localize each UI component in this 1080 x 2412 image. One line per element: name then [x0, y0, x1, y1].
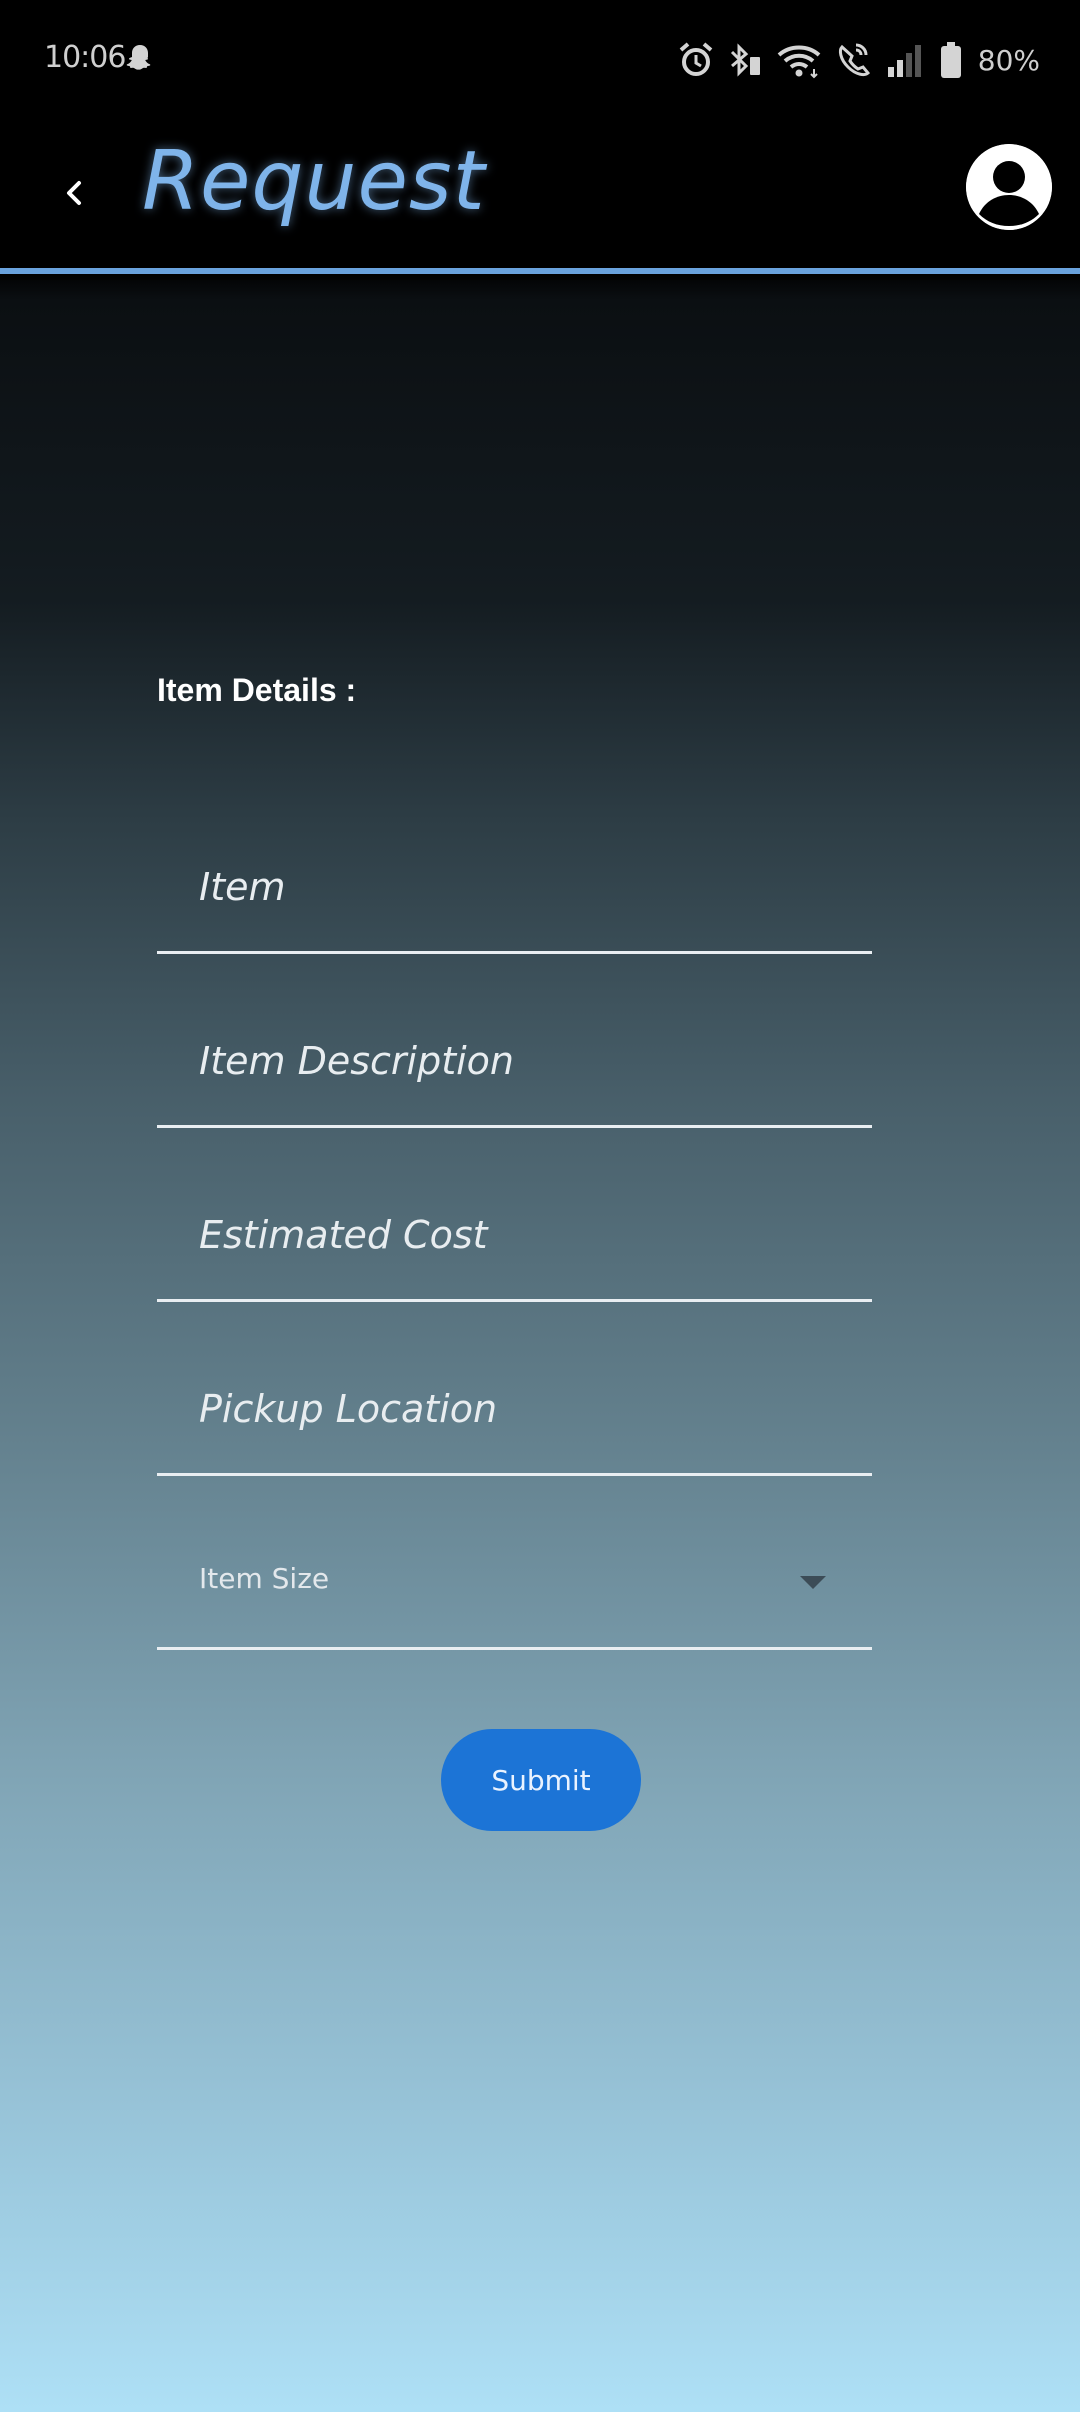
- item-placeholder: Item: [199, 865, 286, 909]
- pickup-location-placeholder: Pickup Location: [199, 1387, 498, 1431]
- bluetooth-icon: [728, 41, 762, 79]
- item-description-field[interactable]: Item Description: [157, 1008, 872, 1128]
- account-circle-icon: [966, 144, 1052, 230]
- estimated-cost-field[interactable]: Estimated Cost: [157, 1182, 872, 1302]
- status-time: 10:06: [44, 40, 126, 75]
- wifi-call-icon: [836, 41, 872, 79]
- app-bar: Request: [0, 120, 1080, 270]
- status-bar: 10:06 80%: [0, 0, 1080, 120]
- item-size-select[interactable]: Item Size: [157, 1530, 872, 1650]
- page-title: Request: [142, 134, 486, 229]
- wifi-icon: [776, 41, 822, 79]
- item-size-placeholder: Item Size: [199, 1562, 330, 1595]
- battery-icon: [940, 41, 962, 79]
- pickup-location-field[interactable]: Pickup Location: [157, 1356, 872, 1476]
- back-button[interactable]: [40, 160, 110, 230]
- battery-percentage: 80%: [977, 43, 1040, 77]
- estimated-cost-placeholder: Estimated Cost: [199, 1213, 488, 1257]
- item-field[interactable]: Item: [157, 834, 872, 954]
- submit-button[interactable]: Submit: [441, 1729, 641, 1831]
- alarm-icon: [678, 41, 714, 79]
- header-divider: [0, 268, 1080, 274]
- dropdown-arrow-icon: [800, 1576, 826, 1589]
- snapchat-icon: [124, 42, 156, 74]
- signal-icon: [886, 41, 926, 79]
- item-description-placeholder: Item Description: [199, 1039, 515, 1083]
- profile-button[interactable]: [966, 144, 1052, 230]
- item-details-label: Item Details :: [157, 672, 357, 708]
- chevron-left-icon: [60, 178, 90, 212]
- status-icons: 80%: [678, 38, 1040, 82]
